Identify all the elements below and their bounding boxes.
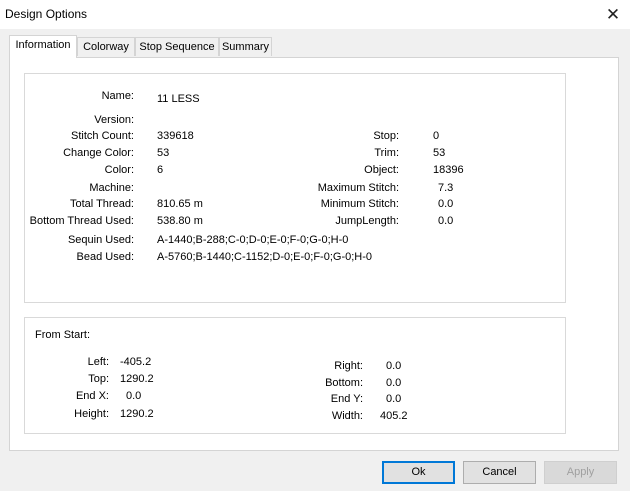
stop-label: Stop: — [373, 130, 399, 142]
top-value: 1290.2 — [120, 373, 154, 385]
jump-length-label: JumpLength: — [335, 215, 399, 227]
color-value: 6 — [157, 164, 164, 176]
maximum-stitch-label: Maximum Stitch: — [317, 182, 399, 194]
object-value: 18396 — [433, 164, 464, 176]
change-color-value: 53 — [157, 147, 170, 159]
title-bar: Design Options ✕ — [0, 0, 630, 29]
width-label: Width: — [331, 410, 363, 422]
trim-label: Trim: — [374, 147, 399, 159]
name-value: 11 LESS — [157, 93, 200, 105]
bottom-thread-value: 538.80 m — [157, 215, 203, 227]
minimum-stitch-label: Minimum Stitch: — [320, 198, 399, 210]
height-value: 1290.2 — [120, 408, 154, 420]
end-y-value: 0.0 — [386, 393, 402, 405]
cancel-button[interactable]: Cancel — [463, 461, 536, 484]
right-label: Right: — [334, 360, 363, 372]
maximum-stitch-value: 7.3 — [438, 182, 454, 194]
left-label: Left: — [87, 356, 109, 368]
height-label: Height: — [74, 408, 109, 420]
tab-information[interactable]: Information — [9, 35, 77, 58]
tab-summary[interactable]: Summary — [219, 37, 272, 56]
bead-used-value: A-5760;B-1440;C-1152;D-0;E-0;F-0;G-0;H-0 — [157, 251, 372, 263]
object-label: Object: — [364, 164, 399, 176]
tab-stop-sequence[interactable]: Stop Sequence — [135, 37, 219, 56]
stop-value: 0 — [433, 130, 440, 142]
change-color-label: Change Color: — [63, 147, 134, 159]
tab-colorway[interactable]: Colorway — [77, 37, 135, 56]
end-x-label: End X: — [75, 390, 109, 402]
sequin-used-label: Sequin Used: — [67, 234, 134, 246]
bottom-label: Bottom: — [325, 377, 363, 389]
tab-panel-information: Name: 11 LESS Version: Stitch Count: 339… — [9, 57, 619, 451]
version-label: Version: — [94, 114, 134, 126]
end-x-value: 0.0 — [126, 390, 142, 402]
from-start-group: From Start: Left: -405.2 Top: 1290.2 End… — [24, 317, 566, 434]
trim-value: 53 — [433, 147, 446, 159]
machine-label: Machine: — [89, 182, 134, 194]
stitch-count-value: 339618 — [157, 130, 194, 142]
name-label: Name: — [101, 90, 134, 102]
total-thread-label: Total Thread: — [69, 198, 134, 210]
ok-button[interactable]: Ok — [382, 461, 455, 484]
minimum-stitch-value: 0.0 — [438, 198, 454, 210]
close-icon[interactable]: ✕ — [600, 2, 626, 28]
bead-used-label: Bead Used: — [76, 251, 134, 263]
apply-button[interactable]: Apply — [544, 461, 617, 484]
right-value: 0.0 — [386, 360, 402, 372]
top-label: Top: — [88, 373, 109, 385]
total-thread-value: 810.65 m — [157, 198, 203, 210]
design-info-group: Name: 11 LESS Version: Stitch Count: 339… — [24, 73, 566, 303]
from-start-heading: From Start: — [35, 329, 91, 341]
window-title: Design Options — [5, 7, 88, 21]
left-value: -405.2 — [120, 356, 152, 368]
color-label: Color: — [104, 164, 134, 176]
jump-length-value: 0.0 — [438, 215, 454, 227]
bottom-value: 0.0 — [386, 377, 402, 389]
sequin-used-value: A-1440;B-288;C-0;D-0;E-0;F-0;G-0;H-0 — [157, 234, 349, 246]
width-value: 405.2 — [380, 410, 408, 422]
stitch-count-label: Stitch Count: — [71, 130, 134, 142]
end-y-label: End Y: — [330, 393, 363, 405]
bottom-thread-label: Bottom Thread Used: — [29, 215, 134, 227]
